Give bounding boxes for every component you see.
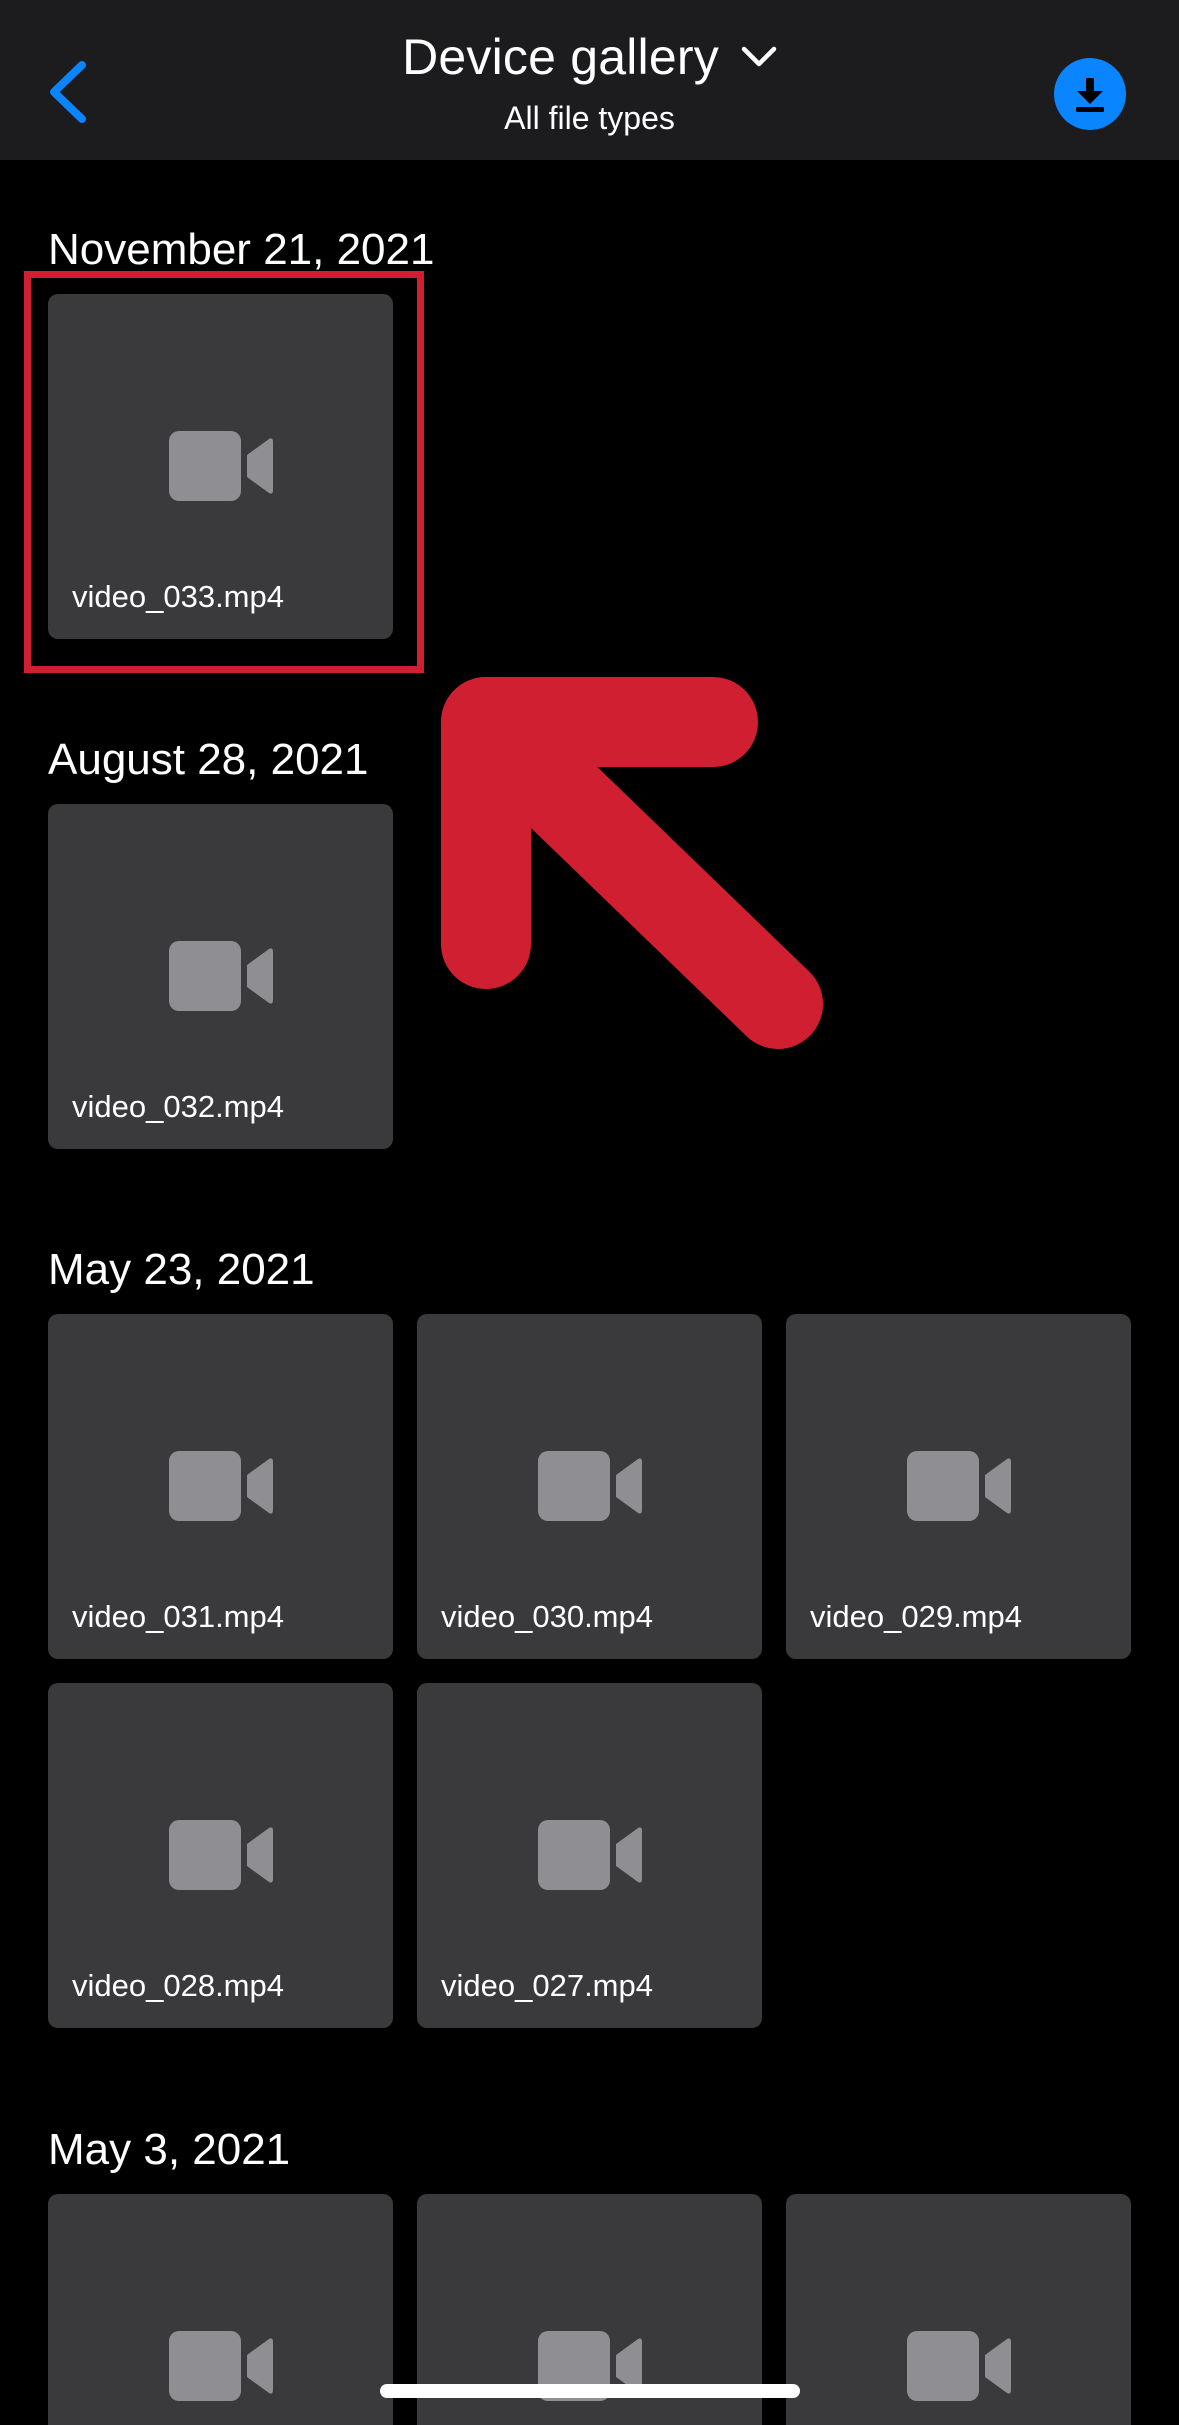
top-navigation-bar: Device gallery All file types (0, 0, 1179, 160)
section-date-header: November 21, 2021 (48, 225, 435, 274)
video-camera-icon (907, 1451, 1011, 1521)
file-name-label: video_028.mp4 (72, 1968, 284, 2003)
video-tile[interactable]: video_033.mp4 (48, 294, 393, 639)
video-camera-icon (907, 2331, 1011, 2401)
app-screen: Device gallery All file types November 2… (0, 0, 1179, 2425)
download-icon (1076, 78, 1104, 112)
file-name-label: video_033.mp4 (72, 579, 284, 614)
video-tile[interactable]: video_031.mp4 (48, 1314, 393, 1659)
video-tile[interactable]: video_028.mp4 (48, 1683, 393, 2028)
title-area: Device gallery All file types (0, 28, 1179, 137)
video-camera-icon (538, 1451, 642, 1521)
section-date-header: August 28, 2021 (48, 735, 369, 784)
video-tile[interactable]: video_029.mp4 (786, 1314, 1131, 1659)
video-camera-icon (169, 941, 273, 1011)
file-name-label: video_031.mp4 (72, 1599, 284, 1634)
page-title: Device gallery (402, 29, 719, 85)
download-button[interactable] (1054, 58, 1126, 130)
file-name-label: video_030.mp4 (441, 1599, 653, 1634)
video-tile[interactable] (786, 2194, 1131, 2425)
chevron-down-icon (741, 46, 777, 67)
file-name-label: video_029.mp4 (810, 1599, 1022, 1634)
video-tile[interactable]: video_030.mp4 (417, 1314, 762, 1659)
file-type-filter-label: All file types (504, 100, 675, 136)
video-camera-icon (538, 1820, 642, 1890)
section-date-header: May 23, 2021 (48, 1245, 315, 1294)
video-tile[interactable]: video_032.mp4 (48, 804, 393, 1149)
file-name-label: video_027.mp4 (441, 1968, 653, 2003)
video-camera-icon (169, 431, 273, 501)
video-tile[interactable]: video_027.mp4 (417, 1683, 762, 2028)
home-indicator (380, 2384, 800, 2398)
gallery-picker-dropdown[interactable]: Device gallery (402, 28, 777, 86)
video-camera-icon (169, 1820, 273, 1890)
video-tile[interactable] (48, 2194, 393, 2425)
file-name-label: video_032.mp4 (72, 1089, 284, 1124)
section-date-header: May 3, 2021 (48, 2125, 291, 2174)
video-camera-icon (169, 1451, 273, 1521)
video-camera-icon (169, 2331, 273, 2401)
